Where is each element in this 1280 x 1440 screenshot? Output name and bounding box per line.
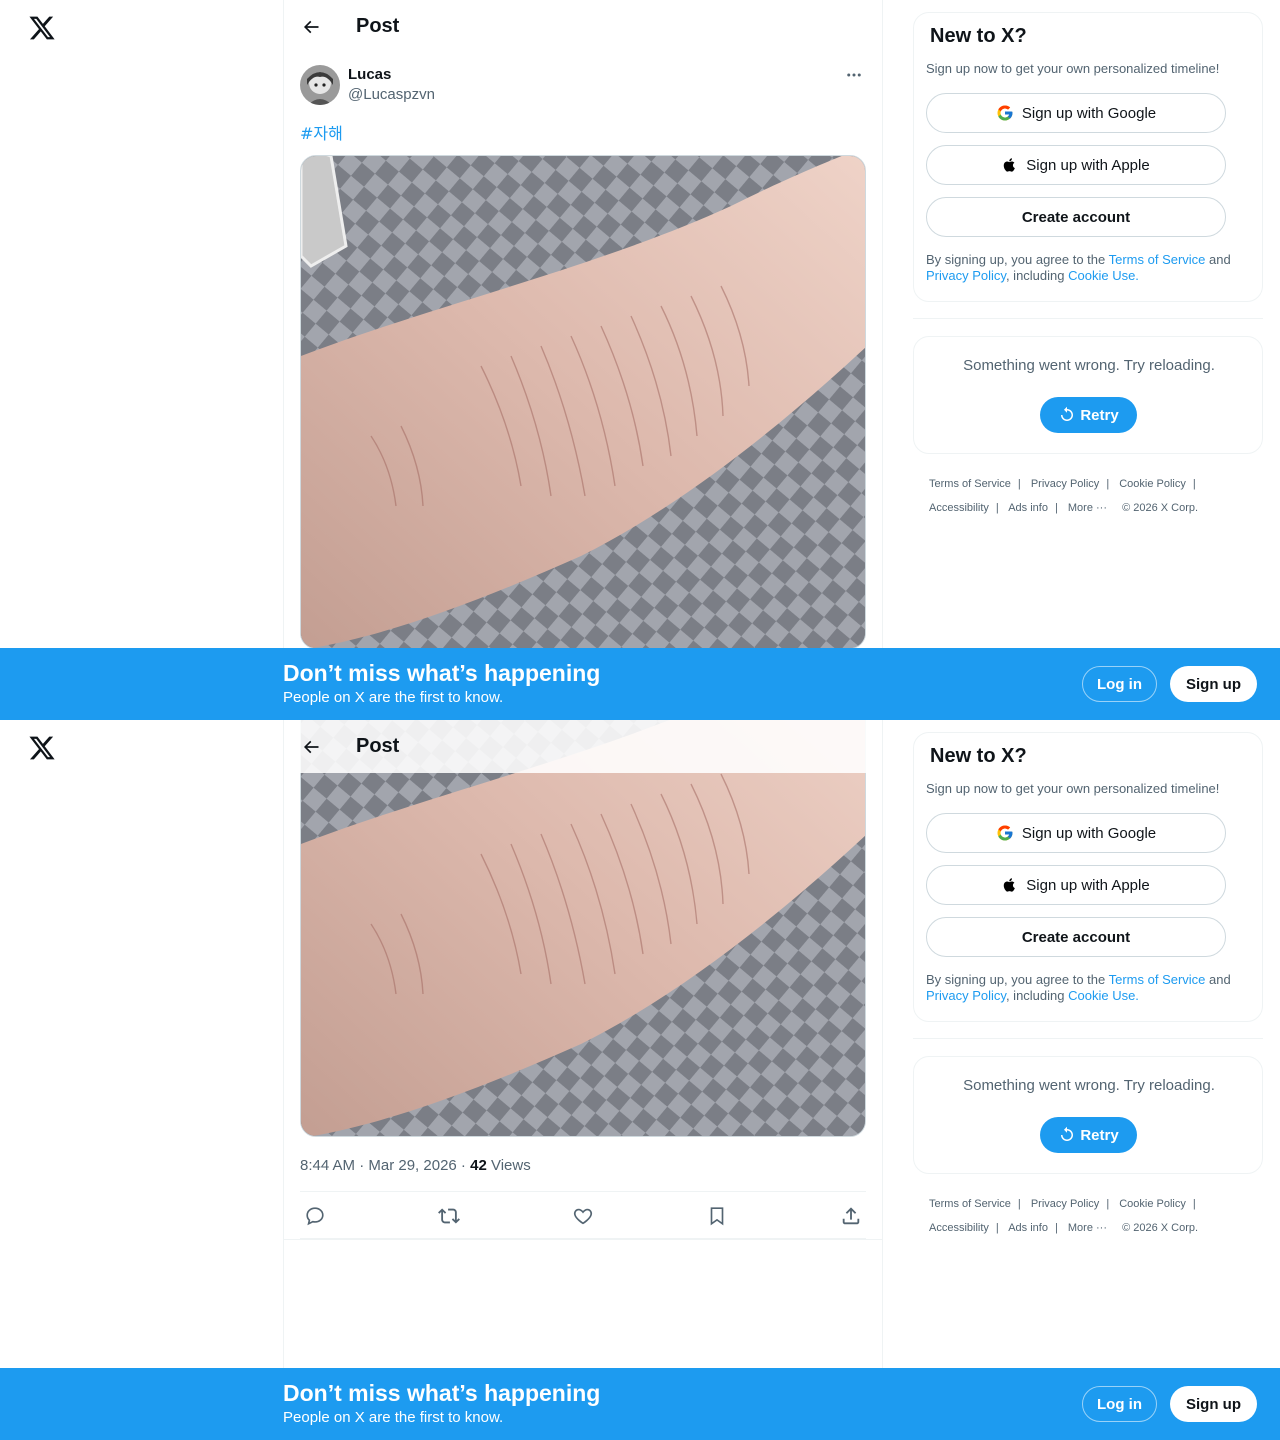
post-header: Post [284, 720, 882, 773]
post-header: Post [284, 0, 882, 53]
signup-card: New to X? Sign up now to get your own pe… [913, 732, 1263, 1022]
retry-label: Retry [1080, 1126, 1119, 1144]
footer-ads-link[interactable]: Ads info [1008, 1222, 1048, 1234]
post-author: Lucas @Lucaspzvn [300, 64, 866, 108]
footer-cookie-link[interactable]: Cookie Policy [1119, 1198, 1186, 1210]
privacy-link[interactable]: Privacy Policy [926, 988, 1006, 1003]
page-title: Post [356, 15, 400, 37]
hashtag-link[interactable]: #자해 [300, 120, 343, 144]
cookie-link[interactable]: Cookie Use. [1068, 988, 1139, 1003]
signup-google-label: Sign up with Google [1021, 104, 1157, 122]
sidebar-divider [913, 1038, 1263, 1039]
sidebar-footer: Terms of Service | Privacy Policy | Cookie… [929, 1198, 1199, 1234]
create-account-label: Create account [1021, 928, 1131, 946]
thread-divider [284, 1239, 882, 1240]
retry-button[interactable]: Retry [1040, 1117, 1137, 1153]
author-name[interactable]: Lucas [348, 66, 391, 83]
post-metadata: 8:44 AM · Mar 29, 2026 · 42 Views [300, 1157, 531, 1174]
refresh-icon [1058, 1126, 1076, 1144]
signup-legal-text: By signing up, you agree to the Terms of… [926, 252, 1231, 283]
footer-cookie-link[interactable]: Cookie Policy [1119, 478, 1186, 490]
footer-more-link[interactable]: More ··· [1068, 1222, 1107, 1234]
signup-google-label: Sign up with Google [1021, 824, 1157, 842]
login-banner: Don’t miss what’s happening People on X … [0, 1368, 1280, 1440]
back-arrow-icon[interactable] [294, 10, 328, 44]
retry-label: Retry [1080, 406, 1119, 424]
like-icon[interactable] [570, 1203, 596, 1229]
footer-privacy-link[interactable]: Privacy Policy [1031, 478, 1099, 490]
post-media[interactable] [300, 155, 866, 649]
bookmark-icon[interactable] [704, 1203, 730, 1229]
footer-accessibility-link[interactable]: Accessibility [929, 502, 989, 514]
footer-terms-link[interactable]: Terms of Service [929, 478, 1011, 490]
signup-google-button[interactable]: Sign up with Google [926, 93, 1226, 133]
google-icon [996, 104, 1014, 122]
retry-button[interactable]: Retry [1040, 397, 1137, 433]
footer-terms-link[interactable]: Terms of Service [929, 1198, 1011, 1210]
viewport-top: Post Lucas @Lucaspzvn #자해 New to X? Sign… [0, 0, 1280, 720]
banner-title: Don’t miss what’s happening [283, 660, 601, 686]
signup-subtitle: Sign up now to get your own personalized… [926, 781, 1220, 796]
apple-icon [1002, 156, 1018, 174]
avatar[interactable] [300, 65, 340, 105]
signup-apple-button[interactable]: Sign up with Apple [926, 865, 1226, 905]
views-label: Views [490, 1157, 531, 1174]
banner-title: Don’t miss what’s happening [283, 1380, 601, 1406]
signup-button[interactable]: Sign up [1170, 1386, 1257, 1422]
error-message: Something went wrong. Try reloading. [963, 1077, 1215, 1094]
cookie-link[interactable]: Cookie Use. [1068, 268, 1139, 283]
login-button[interactable]: Log in [1082, 666, 1157, 702]
error-card: Something went wrong. Try reloading. Ret… [913, 1056, 1263, 1174]
error-message: Something went wrong. Try reloading. [963, 357, 1215, 374]
refresh-icon [1058, 406, 1076, 424]
apple-icon [1002, 876, 1018, 894]
repost-icon[interactable] [436, 1203, 462, 1229]
error-card: Something went wrong. Try reloading. Ret… [913, 336, 1263, 454]
signup-apple-label: Sign up with Apple [1026, 156, 1150, 174]
signup-subtitle: Sign up now to get your own personalized… [926, 61, 1220, 76]
create-account-button[interactable]: Create account [926, 917, 1226, 957]
login-button[interactable]: Log in [1082, 1386, 1157, 1422]
create-account-button[interactable]: Create account [926, 197, 1226, 237]
sidebar-footer: Terms of Service | Privacy Policy | Cookie… [929, 478, 1199, 514]
share-icon[interactable] [838, 1203, 864, 1229]
banner-subtitle: People on X are the first to know. [283, 1409, 504, 1426]
create-account-label: Create account [1021, 208, 1131, 226]
signup-google-button[interactable]: Sign up with Google [926, 813, 1226, 853]
footer-more-link[interactable]: More ··· [1068, 502, 1107, 514]
post-media[interactable] [300, 720, 866, 1137]
sidebar-divider [913, 318, 1263, 319]
banner-subtitle: People on X are the first to know. [283, 689, 504, 706]
login-banner: Don’t miss what’s happening People on X … [0, 648, 1280, 720]
x-logo-icon[interactable] [28, 14, 56, 42]
signup-apple-label: Sign up with Apple [1026, 876, 1150, 894]
footer-accessibility-link[interactable]: Accessibility [929, 1222, 989, 1234]
viewport-scrolled: Post 8:44 AM · Mar 29, 2026 · 42 Views N… [0, 720, 1280, 1440]
post-timestamp[interactable]: 8:44 AM · Mar 29, 2026 [300, 1157, 457, 1174]
author-handle[interactable]: @Lucaspzvn [348, 86, 435, 103]
footer-privacy-link[interactable]: Privacy Policy [1031, 1198, 1099, 1210]
x-logo-icon[interactable] [28, 734, 56, 762]
signup-title: New to X? [930, 25, 1027, 47]
page-title: Post [356, 735, 400, 757]
google-icon [996, 824, 1014, 842]
post-actions [300, 1191, 866, 1239]
signup-legal-text: By signing up, you agree to the Terms of… [926, 972, 1231, 1003]
primary-column: Post 8:44 AM · Mar 29, 2026 · 42 Views [283, 720, 883, 1440]
footer-copyright: © 2026 X Corp. [1122, 502, 1199, 514]
footer-ads-link[interactable]: Ads info [1008, 502, 1048, 514]
signup-apple-button[interactable]: Sign up with Apple [926, 145, 1226, 185]
signup-card: New to X? Sign up now to get your own pe… [913, 12, 1263, 302]
reply-icon[interactable] [302, 1203, 328, 1229]
terms-link[interactable]: Terms of Service [1109, 972, 1206, 987]
more-options-icon[interactable] [842, 64, 866, 86]
back-arrow-icon[interactable] [294, 730, 328, 764]
footer-copyright: © 2026 X Corp. [1122, 1222, 1199, 1234]
primary-column: Post Lucas @Lucaspzvn #자해 [283, 0, 883, 720]
terms-link[interactable]: Terms of Service [1109, 252, 1206, 267]
privacy-link[interactable]: Privacy Policy [926, 268, 1006, 283]
views-count: 42 [470, 1157, 487, 1174]
signup-title: New to X? [930, 745, 1027, 767]
signup-button[interactable]: Sign up [1170, 666, 1257, 702]
